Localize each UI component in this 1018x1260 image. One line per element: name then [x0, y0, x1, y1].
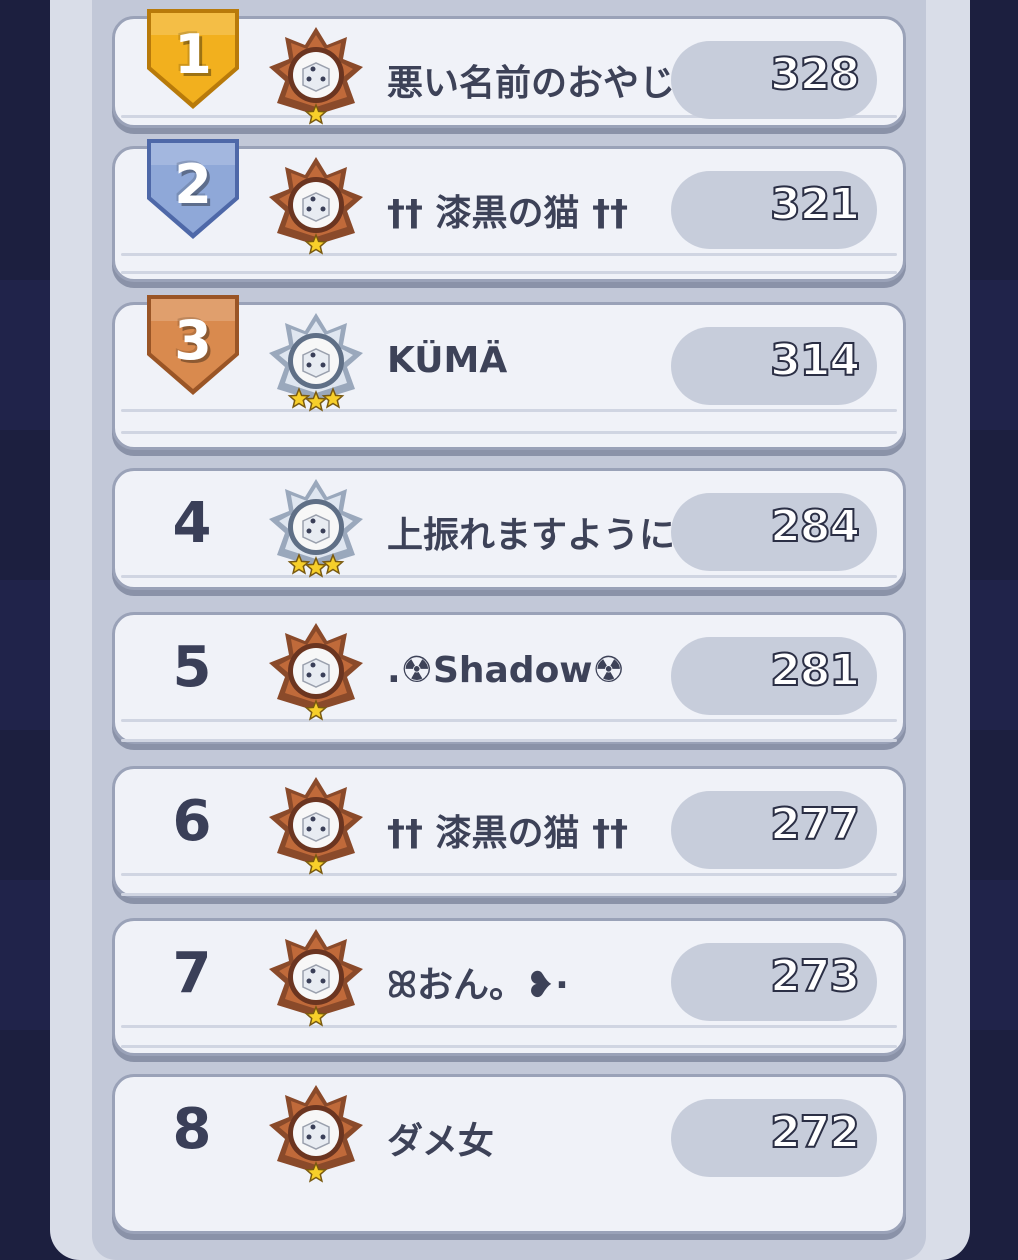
score-pill: 314: [671, 327, 877, 405]
player-name: 上振れますように: [387, 515, 676, 556]
leaderboard-row[interactable]: 8 ダメ女 272: [112, 1074, 906, 1234]
score-pill: 328: [671, 41, 877, 119]
leaderboard-row[interactable]: 5 .☢Shadow☢ 281: [112, 612, 906, 744]
score-value: 277: [769, 798, 861, 851]
score-pill: 272: [671, 1099, 877, 1177]
score-pill: 284: [671, 493, 877, 571]
leaderboard-row[interactable]: 7 ꕤおん。❥· 273: [112, 918, 906, 1056]
score-value: 272: [769, 1106, 861, 1159]
score-value: 328: [769, 48, 861, 101]
bronze-dice-emblem-icon: [263, 773, 369, 879]
rank-number: 7: [172, 941, 212, 1006]
bronze-shield-icon: 3: [141, 291, 245, 399]
score-value: 284: [769, 500, 861, 553]
row-divider: [121, 739, 897, 742]
player-name: ダメ女: [387, 1121, 494, 1162]
row-divider: [121, 1025, 897, 1028]
leaderboard-row[interactable]: 2 †† 漆黒の猫 †† 321: [112, 139, 906, 282]
bronze-dice-emblem-icon: [263, 153, 369, 259]
score-value: 321: [769, 178, 861, 231]
silver-dice-emblem-icon: [263, 475, 369, 581]
player-name: †† 漆黒の猫 ††: [387, 193, 629, 234]
rank-number: 6: [172, 789, 212, 854]
score-value: 281: [769, 644, 861, 697]
player-name: ꕤおん。❥·: [387, 965, 569, 1006]
player-name: †† 漆黒の猫 ††: [387, 813, 629, 854]
row-divider: [121, 1045, 897, 1048]
leaderboard-row[interactable]: 4 上振れますように 284: [112, 468, 906, 590]
row-divider: [121, 271, 897, 274]
row-divider: [121, 253, 897, 256]
player-name: KÜMÄ: [387, 340, 508, 381]
row-divider: [121, 873, 897, 876]
gold-shield-icon: 1: [141, 5, 245, 113]
row-divider: [121, 431, 897, 434]
bronze-dice-emblem-icon: [263, 1081, 369, 1187]
row-divider: [121, 575, 897, 578]
player-name: 悪い名前のおやじ: [387, 63, 676, 104]
row-divider: [121, 719, 897, 722]
score-pill: 321: [671, 171, 877, 249]
bronze-dice-emblem-icon: [263, 23, 369, 129]
rank-number: 3: [174, 309, 212, 372]
bronze-dice-emblem-icon: [263, 619, 369, 725]
rank-number: 2: [174, 153, 212, 216]
silver-dice-emblem-icon: [263, 309, 369, 415]
rank-number: 1: [174, 23, 212, 86]
player-name: .☢Shadow☢: [387, 650, 625, 691]
score-pill: 281: [671, 637, 877, 715]
score-pill: 277: [671, 791, 877, 869]
score-value: 273: [769, 950, 861, 1003]
leaderboard-row[interactable]: 6 †† 漆黒の猫 †† 277: [112, 766, 906, 898]
rank-number: 5: [172, 635, 212, 700]
rank-number: 8: [172, 1097, 212, 1162]
score-pill: 273: [671, 943, 877, 1021]
silver-shield-icon: 2: [141, 135, 245, 243]
leaderboard-row[interactable]: 1 悪い名前のおやじ 328: [112, 9, 906, 129]
rank-number: 4: [172, 491, 212, 556]
row-divider: [121, 409, 897, 412]
bronze-dice-emblem-icon: [263, 925, 369, 1031]
leaderboard-row[interactable]: 3 KÜMÄ 314: [112, 295, 906, 450]
score-value: 314: [769, 334, 861, 387]
row-divider: [121, 893, 897, 896]
